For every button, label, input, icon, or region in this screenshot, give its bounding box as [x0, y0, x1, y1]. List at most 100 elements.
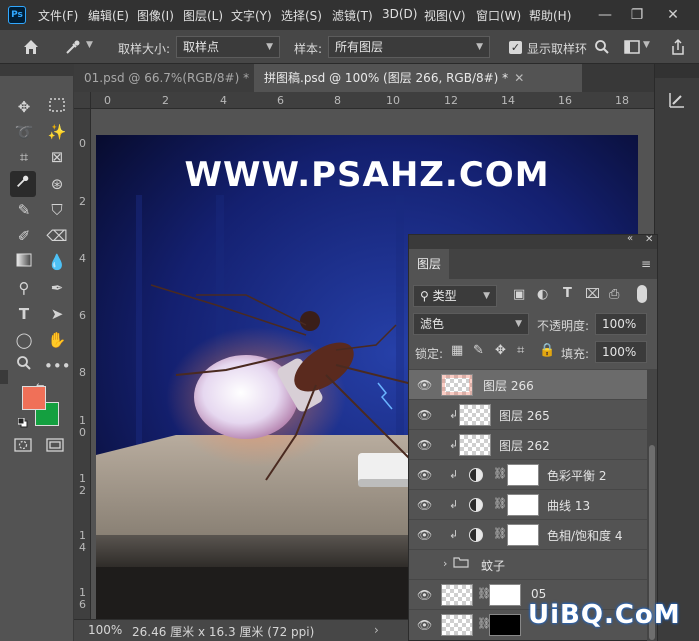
lock-brush-icon[interactable]: ✎ — [473, 343, 484, 358]
history-brush-icon[interactable]: ✐ — [11, 223, 37, 249]
blend-mode-value: 滤色 — [420, 317, 445, 331]
layer-row[interactable]: 👁 ↲ 图层 265 — [409, 399, 657, 429]
menu-image[interactable]: 图像(I) — [137, 7, 174, 24]
collapse-icon[interactable]: « — [627, 233, 633, 244]
tab-pintugao-psd[interactable]: 拼图稿.psd @ 100% (图层 266, RGB/8#) * ✕ — [254, 64, 582, 92]
zoom-level[interactable]: 100% — [88, 623, 122, 637]
layer-name: 05 — [531, 587, 547, 601]
brush-tool-icon[interactable]: ✎ — [11, 197, 37, 223]
panel-menu-icon[interactable]: ≡ — [641, 257, 651, 271]
default-colors-icon[interactable] — [17, 417, 28, 428]
workspace-icon[interactable] — [624, 40, 640, 54]
chevron-down-icon[interactable]: ▼ — [86, 40, 93, 50]
foreground-color-swatch[interactable] — [22, 386, 46, 410]
collapse-handle[interactable] — [0, 370, 8, 384]
menu-select[interactable]: 选择(S) — [281, 7, 322, 24]
screen-mode-icon[interactable] — [46, 438, 64, 452]
menu-help[interactable]: 帮助(H) — [529, 7, 571, 24]
marquee-tool-icon[interactable] — [44, 94, 70, 120]
move-tool-icon[interactable]: ✥ — [11, 94, 37, 120]
quick-mask-icon[interactable] — [14, 438, 32, 452]
visibility-eye-icon[interactable]: 👁 — [417, 618, 432, 632]
minimize-button[interactable]: — — [594, 4, 616, 26]
layer-row[interactable]: 👁 ↲ ⛓ 曲线 13 — [409, 489, 657, 519]
dodge-tool-icon[interactable]: ⚲ — [11, 275, 37, 301]
blur-tool-icon[interactable]: 💧 — [44, 249, 70, 275]
lasso-tool-icon[interactable]: ➰ — [11, 119, 37, 145]
smartobject-filter-icon[interactable]: ⎙ — [609, 287, 619, 302]
pen-tool-icon[interactable]: ✒ — [44, 275, 70, 301]
visibility-eye-icon[interactable]: 👁 — [417, 408, 432, 422]
menu-window[interactable]: 窗口(W) — [476, 7, 521, 24]
menu-type[interactable]: 文字(Y) — [231, 7, 272, 24]
close-icon[interactable]: ✕ — [645, 234, 653, 245]
tab-layers[interactable]: 图层 — [409, 249, 450, 279]
menu-layer[interactable]: 图层(L) — [183, 7, 223, 24]
eraser-tool-icon[interactable]: ⌫ — [44, 223, 70, 249]
sample-dropdown[interactable]: 所有图层 ▼ — [328, 36, 490, 58]
layer-row[interactable]: 👁 ↲ 图层 262 — [409, 429, 657, 459]
type-filter-icon[interactable]: T — [563, 286, 572, 301]
clone-stamp-icon[interactable]: ⛉ — [44, 197, 70, 223]
layer-row[interactable]: 👁 ↲ ⛓ 色相/饱和度 4 — [409, 519, 657, 549]
panel-grip[interactable]: « ✕ — [409, 233, 657, 249]
layer-group-row[interactable]: › 蚊子 — [409, 549, 657, 579]
layer-row[interactable]: 👁 ↲ ⛓ 色彩平衡 2 — [409, 459, 657, 489]
tab-01-psd[interactable]: 01.psd @ 66.7%(RGB/8#) * — [74, 64, 254, 92]
show-ring-checkbox[interactable]: ✓ — [509, 41, 522, 54]
eyedropper-tool-icon[interactable] — [10, 171, 36, 197]
maximize-button[interactable]: ❐ — [626, 4, 648, 26]
menu-view[interactable]: 视图(V) — [424, 7, 466, 24]
layer-filter-dropdown[interactable]: ⚲ 类型 ▼ — [413, 285, 497, 307]
watermark-text: UiBQ.CoM — [528, 600, 681, 630]
opacity-field[interactable]: 100% — [595, 313, 647, 335]
canvas-title-text: WWW.PSAHZ.COM — [184, 155, 550, 195]
magic-wand-icon[interactable]: ✨ — [44, 119, 70, 145]
sample-size-dropdown[interactable]: 取样点 ▼ — [176, 36, 280, 58]
gradient-tool-icon[interactable] — [11, 249, 37, 275]
visibility-eye-icon[interactable]: 👁 — [417, 438, 432, 452]
visibility-eye-icon[interactable]: 👁 — [417, 528, 432, 542]
menu-edit[interactable]: 编辑(E) — [88, 7, 129, 24]
fill-field[interactable]: 100% — [595, 341, 647, 363]
chevron-right-icon[interactable]: › — [443, 557, 447, 570]
lock-all-icon[interactable]: 🔒 — [539, 343, 555, 358]
home-icon[interactable] — [22, 38, 40, 56]
layer-row[interactable]: 👁 图层 266 — [409, 369, 657, 399]
ellipse-tool-icon[interactable]: ◯ — [11, 327, 37, 353]
lock-position-icon[interactable]: ✥ — [495, 343, 506, 358]
crop-tool-icon[interactable]: ⌗ — [11, 144, 37, 170]
right-collapsed-panels — [654, 64, 699, 641]
menu-file[interactable]: 文件(F) — [38, 7, 78, 24]
hand-tool-icon[interactable]: ✋ — [44, 327, 70, 353]
visibility-eye-icon[interactable]: 👁 — [417, 498, 432, 512]
chevron-down-icon[interactable]: ▼ — [643, 40, 650, 50]
close-button[interactable]: ✕ — [662, 4, 684, 26]
layer-mask-thumbnail — [507, 494, 539, 516]
search-icon[interactable] — [594, 39, 610, 55]
close-icon[interactable]: ✕ — [514, 71, 524, 85]
ruler-label: 1 4 — [79, 529, 86, 554]
shape-filter-icon[interactable]: ⌧ — [585, 287, 600, 302]
frame-tool-icon[interactable]: ⊠ — [44, 144, 70, 170]
menu-3d[interactable]: 3D(D) — [382, 7, 417, 21]
share-icon[interactable] — [670, 38, 686, 56]
lock-transparent-icon[interactable]: ▦ — [451, 343, 463, 358]
image-filter-icon[interactable]: ▣ — [513, 287, 525, 302]
path-selection-icon[interactable]: ➤ — [44, 301, 70, 327]
eyedropper-icon[interactable] — [64, 38, 82, 56]
visibility-eye-icon[interactable]: 👁 — [417, 378, 432, 392]
visibility-eye-icon[interactable]: 👁 — [417, 468, 432, 482]
adjustment-filter-icon[interactable]: ◐ — [537, 287, 548, 302]
properties-icon[interactable] — [667, 90, 687, 110]
type-tool-icon[interactable]: T — [11, 301, 37, 327]
filter-toggle[interactable] — [637, 285, 647, 303]
lock-artboard-icon[interactable]: ⌗ — [517, 343, 524, 358]
more-tools-icon[interactable]: ••• — [44, 353, 71, 379]
chevron-right-icon[interactable]: › — [374, 623, 379, 637]
document-tabs: 01.psd @ 66.7%(RGB/8#) * 拼图稿.psd @ 100% … — [74, 64, 654, 92]
blend-mode-dropdown[interactable]: 滤色 ▼ — [413, 313, 529, 335]
menu-filter[interactable]: 滤镜(T) — [332, 7, 373, 24]
healing-brush-icon[interactable]: ⊛ — [44, 171, 70, 197]
visibility-eye-icon[interactable]: 👁 — [417, 588, 432, 602]
